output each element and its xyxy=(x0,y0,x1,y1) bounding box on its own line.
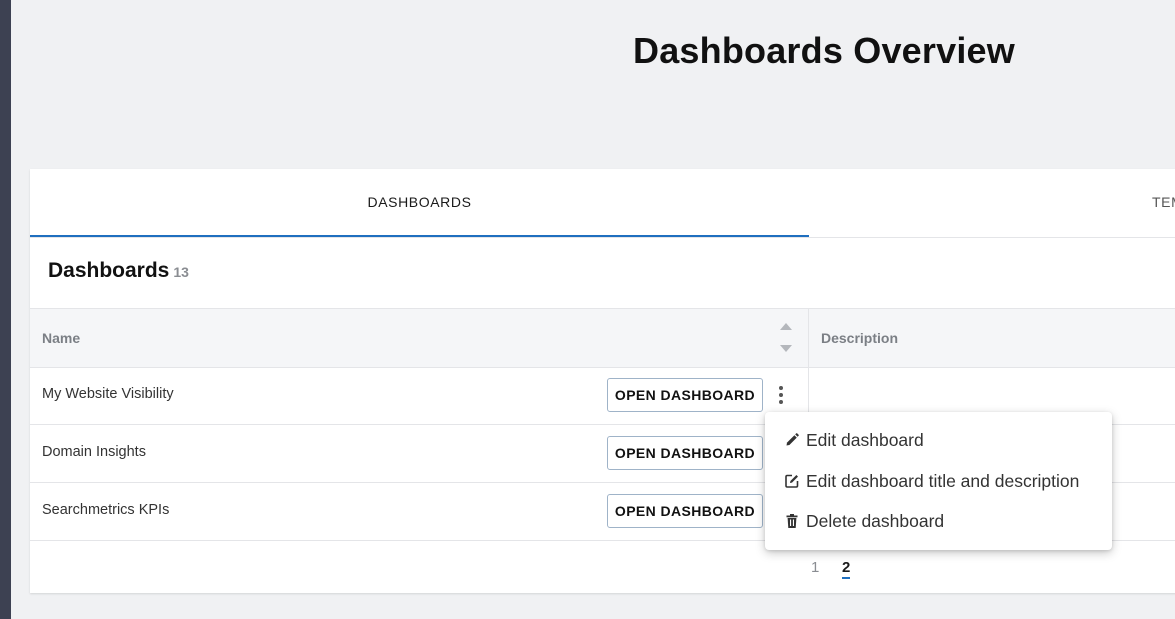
pencil-icon xyxy=(784,432,800,448)
page-link-2-current[interactable]: 2 xyxy=(842,559,851,579)
menu-item-edit-title-description[interactable]: Edit dashboard title and description xyxy=(765,461,1112,501)
menu-item-edit-dashboard[interactable]: Edit dashboard xyxy=(765,420,1112,460)
sort-ascending-icon[interactable] xyxy=(780,323,792,330)
page-title: Dashboards Overview xyxy=(633,30,1015,71)
menu-item-delete-dashboard[interactable]: Delete dashboard xyxy=(765,501,1112,541)
dashboard-context-menu: Edit dashboard Edit dashboard title and … xyxy=(765,412,1112,550)
column-header-name[interactable]: Name xyxy=(42,309,80,367)
section-heading: Dashboards 13 xyxy=(48,259,189,283)
table-header: Name Description xyxy=(30,308,1175,368)
dashboard-name: Domain Insights xyxy=(42,444,146,460)
dashboard-name: Searchmetrics KPIs xyxy=(42,502,170,518)
column-header-description: Description xyxy=(821,330,899,346)
menu-item-label: Edit dashboard title and description xyxy=(806,471,1080,491)
sort-toggle[interactable] xyxy=(779,321,793,357)
tab-dashboards[interactable]: DASHBOARDS xyxy=(30,169,809,237)
menu-item-label: Delete dashboard xyxy=(806,511,945,531)
tab-templates[interactable]: TEM xyxy=(1152,169,1175,236)
edit-square-icon xyxy=(784,473,800,489)
open-dashboard-button[interactable]: OPEN DASHBOARD xyxy=(607,436,763,470)
tab-bar: DASHBOARDS TEM xyxy=(30,169,1175,238)
open-dashboard-button[interactable]: OPEN DASHBOARD xyxy=(607,378,763,412)
sort-descending-icon[interactable] xyxy=(780,345,792,352)
dashboard-name: My Website Visibility xyxy=(42,386,174,402)
dashboard-count: 13 xyxy=(173,264,189,280)
menu-item-label: Edit dashboard xyxy=(806,430,924,450)
page-link-1[interactable]: 1 xyxy=(811,559,819,576)
trash-icon xyxy=(784,513,800,529)
more-options-icon[interactable] xyxy=(773,381,789,409)
open-dashboard-button[interactable]: OPEN DASHBOARD xyxy=(607,494,763,528)
left-sidebar-strip xyxy=(0,0,11,619)
section-title: Dashboards xyxy=(48,259,170,282)
